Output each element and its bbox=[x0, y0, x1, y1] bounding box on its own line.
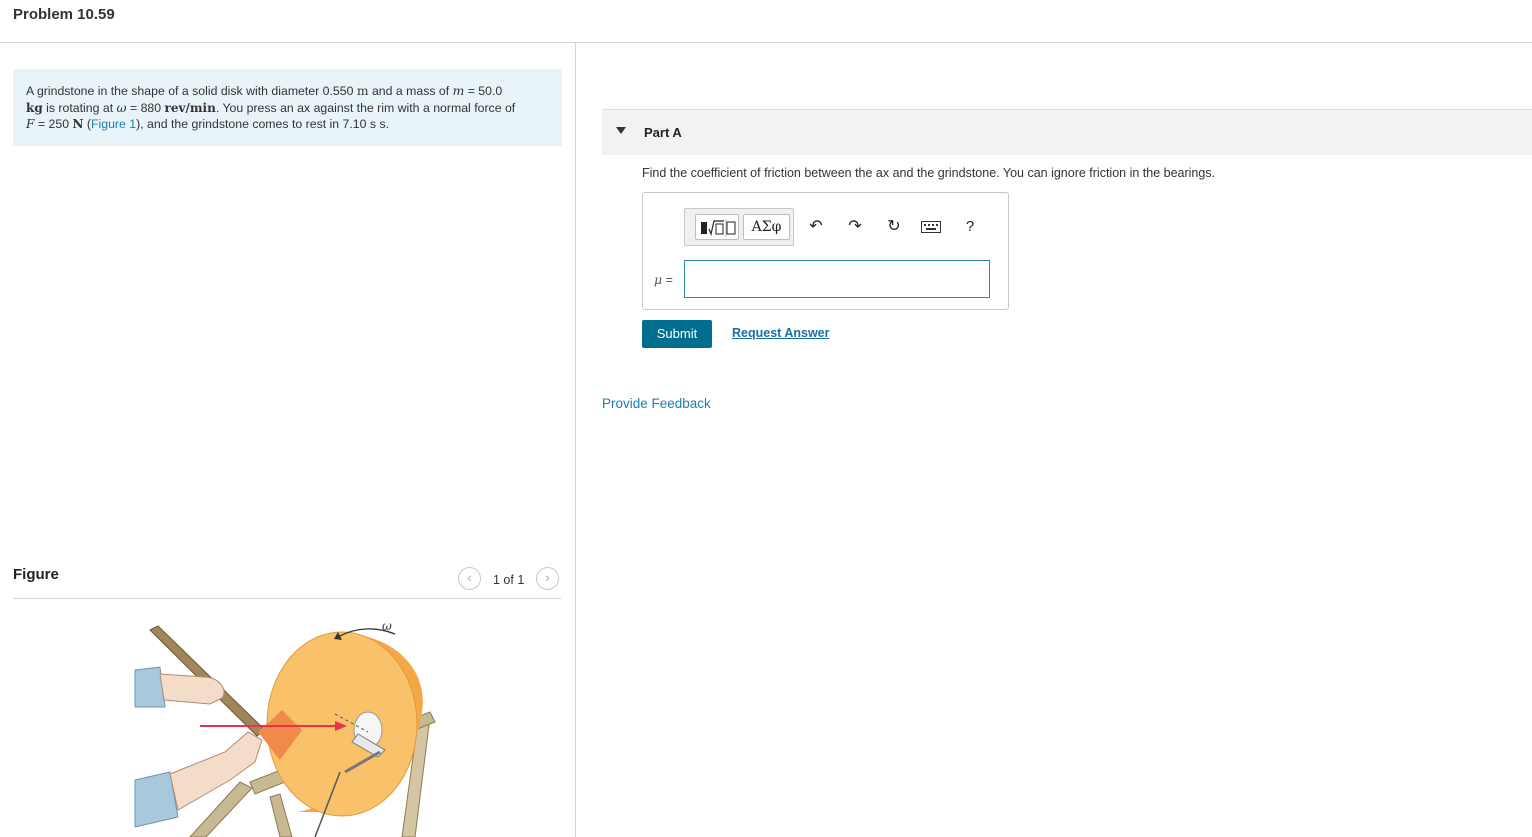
reset-icon[interactable]: ↻ bbox=[883, 216, 905, 238]
problem-text: ( bbox=[83, 117, 91, 131]
mu-answer-input[interactable] bbox=[684, 260, 990, 298]
provide-feedback-link[interactable]: Provide Feedback bbox=[602, 396, 711, 411]
figure-link[interactable]: Figure 1 bbox=[91, 117, 136, 131]
page-title: Problem 10.59 bbox=[13, 6, 115, 23]
grindstone-figure: ω bbox=[134, 619, 436, 837]
unit-rev-min: rev/min bbox=[164, 100, 216, 115]
chevron-left-icon: ‹ bbox=[467, 570, 472, 585]
undo-icon[interactable]: ↶ bbox=[805, 216, 827, 238]
unit-meter: m bbox=[356, 84, 369, 98]
part-a-question: Find the coefficient of friction between… bbox=[642, 166, 1216, 180]
figure-next-button[interactable]: › bbox=[536, 567, 559, 590]
answer-label: μ = bbox=[654, 272, 673, 287]
chevron-right-icon: › bbox=[545, 570, 550, 585]
stand-front-leg bbox=[269, 793, 293, 837]
figure-heading: Figure bbox=[13, 566, 59, 583]
mu-symbol: μ bbox=[654, 272, 663, 287]
keyboard-icon[interactable] bbox=[920, 216, 942, 238]
help-button[interactable]: ? bbox=[959, 216, 981, 238]
hand-lower bbox=[169, 731, 263, 811]
problem-text: ), and the grindstone comes to rest in 7… bbox=[136, 117, 390, 131]
problem-text: A grindstone in the shape of a solid dis… bbox=[26, 84, 357, 98]
problem-text: = 250 bbox=[34, 117, 73, 131]
equals-sign: = bbox=[662, 273, 673, 287]
part-a-header[interactable] bbox=[602, 109, 1532, 155]
problem-statement: A grindstone in the shape of a solid dis… bbox=[13, 69, 562, 146]
submit-button[interactable]: Submit bbox=[642, 320, 712, 348]
part-a-title[interactable]: Part A bbox=[644, 125, 682, 140]
sleeve-upper bbox=[134, 666, 166, 708]
problem-text: and a mass of bbox=[368, 84, 453, 98]
caret-down-icon[interactable] bbox=[616, 127, 626, 134]
unit-kg: kg bbox=[26, 100, 43, 115]
hand-upper bbox=[159, 673, 225, 705]
var-mass: m bbox=[452, 84, 465, 98]
figure-prev-button[interactable]: ‹ bbox=[458, 567, 481, 590]
var-force: F bbox=[26, 117, 35, 131]
problem-text: = 50.0 bbox=[464, 84, 503, 98]
unit-newton: N bbox=[72, 117, 84, 131]
var-omega: ω bbox=[116, 100, 127, 115]
problem-text: is rotating at bbox=[42, 100, 117, 115]
problem-text: . You press an ax against the rim with a… bbox=[215, 100, 516, 115]
keyboard-glyph bbox=[921, 221, 941, 233]
header-divider bbox=[0, 42, 1532, 43]
figure-divider bbox=[13, 598, 561, 599]
math-templates-icon bbox=[701, 219, 736, 237]
templates-button[interactable] bbox=[695, 214, 739, 240]
figure-pager-text: 1 of 1 bbox=[493, 573, 525, 587]
redo-icon[interactable]: ↷ bbox=[844, 216, 866, 238]
request-answer-link[interactable]: Request Answer bbox=[732, 326, 829, 340]
omega-label: ω bbox=[382, 619, 392, 633]
problem-text: = 880 bbox=[126, 100, 165, 115]
greek-symbols-button[interactable]: ΑΣφ bbox=[743, 214, 790, 240]
column-divider bbox=[575, 43, 576, 837]
